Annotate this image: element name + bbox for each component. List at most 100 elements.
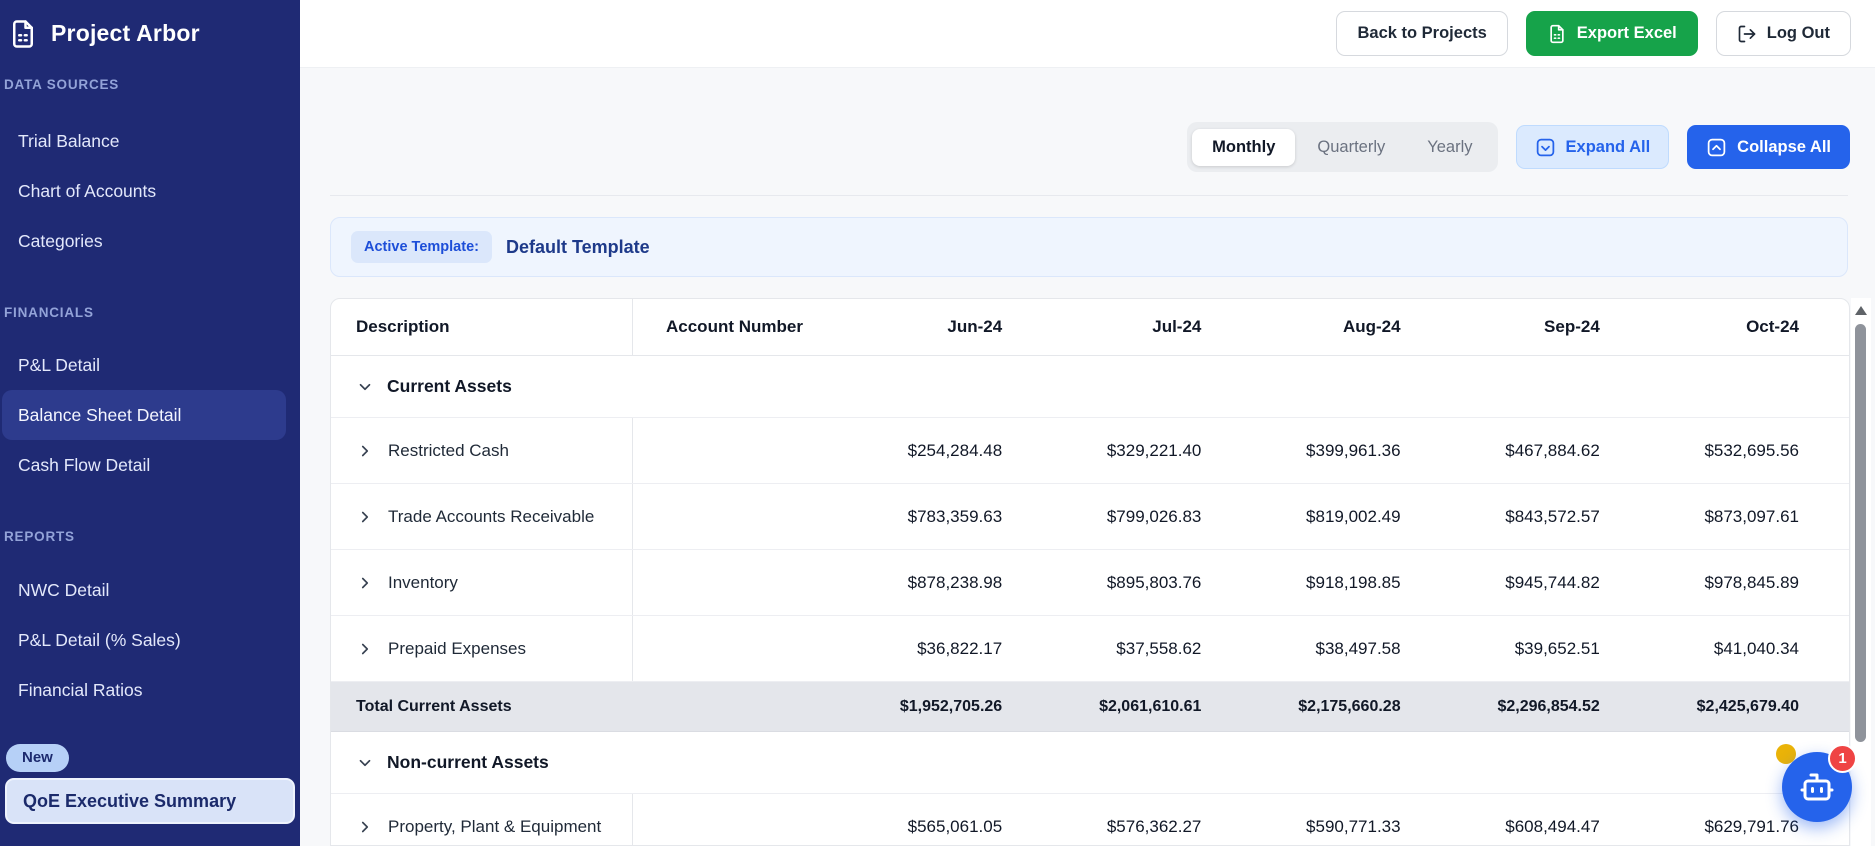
section-divider: [330, 195, 1848, 196]
row-description-cell[interactable]: Trade Accounts Receivable: [331, 484, 633, 549]
table-row: Restricted Cash $254,284.48 $329,221.40 $3…: [331, 418, 1849, 484]
cell-value: $590,771.33: [1306, 816, 1401, 836]
chevron-right-icon[interactable]: [356, 818, 374, 836]
table-group-row[interactable]: Current Assets: [331, 356, 1849, 418]
cell-value: $783,359.63: [907, 506, 1003, 526]
active-template-bar: Active Template: Default Template: [330, 217, 1848, 277]
table-row: Inventory $878,238.98 $895,803.76 $918,198…: [331, 550, 1849, 616]
cell-value: $38,497.58: [1315, 638, 1401, 658]
period-tab-quarterly[interactable]: Quarterly: [1297, 129, 1405, 166]
group-label: Current Assets: [387, 376, 512, 396]
sidebar-item-cash-flow-detail[interactable]: Cash Flow Detail: [2, 440, 286, 490]
total-row-label: Total Current Assets: [356, 697, 512, 715]
chevron-right-icon[interactable]: [356, 574, 374, 592]
row-description-cell[interactable]: Inventory: [331, 550, 633, 615]
cell-value: $2,175,660.28: [1298, 697, 1401, 715]
sidebar-section: REPORTS NWC Detail P&L Detail (% Sales) …: [0, 528, 300, 715]
chevron-down-icon[interactable]: [356, 378, 374, 396]
cell-value: $399,961.36: [1306, 440, 1401, 460]
cell-value: $895,803.76: [1106, 572, 1202, 592]
active-template-label: Active Template:: [351, 231, 492, 263]
column-header-sep-24: Sep-24: [1544, 317, 1600, 336]
file-spreadsheet-icon: [13, 19, 33, 48]
sidebar-section: FINANCIALS P&L Detail Balance Sheet Deta…: [0, 304, 300, 490]
column-header-description: Description: [331, 299, 633, 355]
row-description-cell[interactable]: Prepaid Expenses: [331, 616, 633, 681]
chevron-down-icon[interactable]: [356, 754, 374, 772]
cell-value: $2,425,679.40: [1696, 697, 1799, 715]
square-chevron-up-icon: [1707, 138, 1726, 156]
export-excel-button[interactable]: Export Excel: [1525, 11, 1698, 56]
cell-value: $36,822.17: [917, 638, 1003, 658]
cell-value: $467,884.62: [1505, 440, 1600, 460]
sidebar-section: DATA SOURCES Trial Balance Chart of Acco…: [0, 76, 300, 266]
table-row: Trade Accounts Receivable $783,359.63 $79…: [331, 484, 1849, 550]
cell-value: $608,494.47: [1505, 816, 1600, 836]
sidebar-item-nwc-detail[interactable]: NWC Detail: [2, 565, 286, 615]
file-spreadsheet-icon: [1550, 24, 1564, 43]
period-tab-monthly[interactable]: Monthly: [1192, 128, 1296, 166]
sidebar-item-p-l-detail-sales-[interactable]: P&L Detail (% Sales): [2, 615, 286, 665]
cell-value: $329,221.40: [1106, 440, 1202, 460]
log-out-icon: [1738, 25, 1756, 42]
table-controls: Monthly Quarterly Yearly Expand All Coll…: [330, 122, 1850, 172]
active-template-value: Default Template: [505, 236, 650, 257]
cell-value: $37,558.62: [1116, 638, 1202, 658]
row-description-cell[interactable]: Property, Plant & Equipment: [331, 794, 633, 845]
cell-value: $2,061,610.61: [1099, 697, 1202, 715]
cell-value: $39,652.51: [1514, 638, 1600, 658]
square-chevron-down-icon: [1536, 138, 1554, 156]
column-header-aug-24: Aug-24: [1342, 317, 1401, 336]
cell-value: $945,744.82: [1505, 572, 1600, 592]
balance-sheet-table: Description Account Number Jun-24 Jul-24 A…: [330, 298, 1850, 846]
cell-value: $819,002.49: [1306, 506, 1401, 526]
row-label: Restricted Cash: [388, 440, 509, 460]
collapse-all-button[interactable]: Collapse All: [1687, 125, 1850, 169]
expand-all-button[interactable]: Expand All: [1515, 125, 1670, 169]
chevron-right-icon[interactable]: [356, 640, 374, 658]
period-toggle-group: Monthly Quarterly Yearly: [1187, 122, 1498, 172]
cell-value: $576,362.27: [1106, 816, 1202, 836]
period-tab-yearly[interactable]: Yearly: [1407, 129, 1492, 166]
sidebar-item-chart-of-accounts[interactable]: Chart of Accounts: [2, 166, 286, 216]
row-label: Trade Accounts Receivable: [388, 506, 595, 526]
sidebar-section-label: DATA SOURCES: [4, 77, 120, 92]
sidebar-item-qoe-executive-summary[interactable]: QoE Executive Summary: [5, 778, 295, 824]
cell-value: $873,097.61: [1704, 506, 1799, 526]
row-description-cell[interactable]: Restricted Cash: [331, 418, 633, 483]
sidebar-item-balance-sheet-detail[interactable]: Balance Sheet Detail: [2, 390, 286, 440]
table-header-row: Description Account Number Jun-24 Jul-24 A…: [331, 299, 1849, 356]
group-label: Non-current Assets: [387, 752, 549, 772]
back-to-projects-label: Back to Projects: [1357, 24, 1487, 42]
cell-value: $532,695.56: [1704, 440, 1799, 460]
sidebar-item-trial-balance[interactable]: Trial Balance: [2, 116, 286, 166]
sidebar: Project Arbor DATA SOURCES Trial Balance…: [0, 0, 300, 846]
cell-value: $978,845.89: [1704, 572, 1799, 592]
sidebar-item-financial-ratios[interactable]: Financial Ratios: [2, 665, 286, 715]
table-row: Property, Plant & Equipment $565,061.05 $…: [331, 794, 1849, 845]
cell-value: $843,572.57: [1505, 506, 1600, 526]
cell-value: $878,238.98: [907, 572, 1003, 592]
sidebar-item-p-l-detail[interactable]: P&L Detail: [2, 340, 286, 390]
cell-value: $2,296,854.52: [1497, 697, 1600, 715]
new-badge: New: [6, 744, 69, 772]
row-label: Prepaid Expenses: [388, 638, 526, 658]
table-group-row[interactable]: Non-current Assets: [331, 732, 1849, 794]
chevron-right-icon[interactable]: [356, 442, 374, 460]
notification-badge[interactable]: 1: [1828, 744, 1857, 773]
cell-value: $799,026.83: [1106, 506, 1202, 526]
scrollbar-up-arrow-icon[interactable]: [1855, 306, 1867, 315]
log-out-button[interactable]: Log Out: [1715, 11, 1851, 56]
robot-icon: [1800, 773, 1834, 801]
expand-all-label: Expand All: [1565, 137, 1651, 156]
sidebar-section-label: REPORTS: [4, 529, 75, 544]
back-to-projects-button[interactable]: Back to Projects: [1336, 11, 1508, 56]
table-row: Prepaid Expenses $36,822.17 $37,558.62 $38…: [331, 616, 1849, 682]
cell-value: $629,791.76: [1704, 816, 1799, 836]
row-label: Inventory: [388, 572, 458, 592]
chevron-right-icon[interactable]: [356, 508, 374, 526]
scrollbar-thumb[interactable]: [1855, 324, 1866, 742]
collapse-all-label: Collapse All: [1737, 137, 1831, 156]
cell-value: $1,952,705.26: [899, 697, 1003, 715]
sidebar-item-categories[interactable]: Categories: [2, 216, 286, 266]
